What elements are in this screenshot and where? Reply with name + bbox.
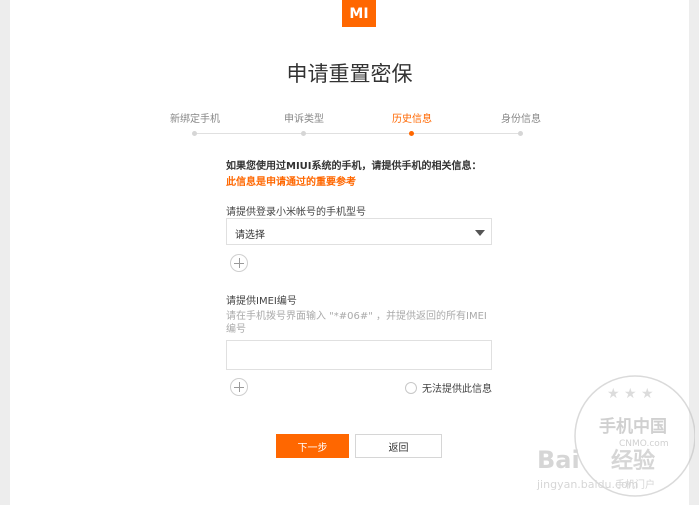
step-dot (518, 131, 523, 136)
add-imei-plus-icon[interactable] (230, 378, 248, 396)
next-step-button[interactable]: 下一步 (276, 434, 349, 458)
step-identity-info: 身份信息 (471, 110, 571, 136)
step-label: 历史信息 (392, 114, 432, 125)
step-dot (301, 131, 306, 136)
imei-label: 请提供IMEI编号 (226, 296, 297, 307)
caret-down-icon (475, 230, 485, 236)
intro-text: 如果您使用过MIUI系统的手机，请提供手机的相关信息： (226, 161, 482, 172)
step-label: 申诉类型 (284, 114, 324, 125)
mi-logo-text: MI (349, 5, 369, 22)
step-new-phone: 新绑定手机 (145, 110, 245, 136)
radio-circle-icon[interactable] (405, 381, 417, 394)
step-line (195, 133, 521, 134)
step-appeal-type: 申诉类型 (254, 110, 354, 136)
mi-logo[interactable]: MI (342, 0, 376, 27)
intro-note: 此信息是申请通过的重要参考 (226, 177, 356, 188)
back-button[interactable]: 返回 (355, 434, 442, 458)
page-title: 申请重置密保 (286, 62, 413, 86)
imei-input[interactable] (226, 340, 492, 370)
step-dot (192, 131, 197, 136)
imei-hint: 请在手机拨号界面输入 "*#06#" ，并提供返回的所有IMEI编号 (226, 311, 487, 335)
step-label: 新绑定手机 (170, 114, 220, 125)
phone-model-select-value: 请选择 (235, 230, 265, 241)
step-history-info: 历史信息 (362, 110, 462, 136)
phone-model-select[interactable]: 请选择 (226, 218, 492, 245)
no-info-option[interactable]: 无法提供此信息 (405, 380, 492, 395)
progress-steps: 新绑定手机 申诉类型 历史信息 身份信息 (0, 110, 699, 140)
no-info-label: 无法提供此信息 (422, 384, 492, 395)
step-label: 身份信息 (501, 114, 541, 125)
add-phone-model-plus-icon[interactable] (230, 254, 248, 272)
step-dot (409, 131, 414, 136)
phone-model-label: 请提供登录小米帐号的手机型号 (226, 207, 366, 218)
